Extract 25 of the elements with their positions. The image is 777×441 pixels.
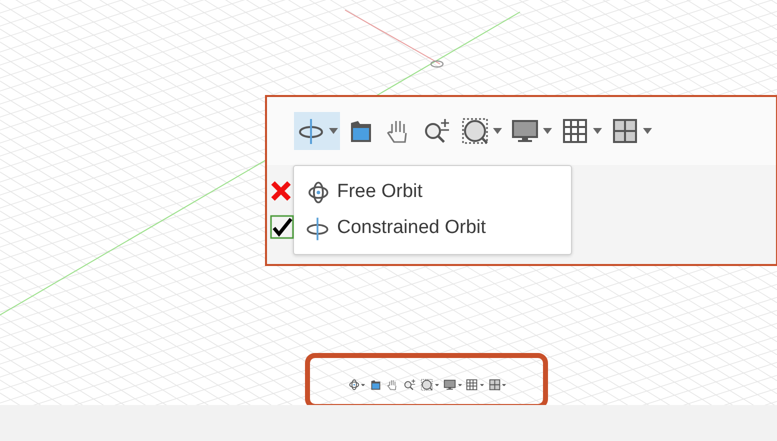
orbit-icon — [296, 116, 326, 146]
caret-icon — [480, 384, 484, 386]
caret-icon — [435, 384, 440, 386]
folder-icon — [368, 378, 382, 392]
monitor-icon — [442, 378, 456, 392]
grid-icon — [465, 378, 479, 392]
orbit-icon — [304, 214, 331, 242]
caret-icon — [458, 384, 462, 386]
menu-item[interactable]: Free Orbit — [294, 178, 571, 206]
caret-icon — [493, 128, 502, 134]
fit-icon — [420, 378, 434, 392]
zoom-icon — [403, 378, 417, 392]
caret-icon — [643, 128, 652, 134]
viewports-icon — [610, 116, 640, 146]
caret-icon — [543, 128, 552, 134]
viewports-icon — [488, 378, 502, 392]
caret-icon — [361, 384, 366, 386]
orbit-icon — [346, 378, 360, 392]
grid-icon — [560, 116, 590, 146]
menu-item[interactable]: Constrained Orbit — [294, 214, 571, 242]
caret-icon — [502, 384, 506, 386]
toolbar-button[interactable] — [294, 112, 340, 150]
caret-icon — [329, 128, 338, 134]
caret-icon — [593, 128, 602, 134]
fit-icon — [460, 116, 490, 146]
